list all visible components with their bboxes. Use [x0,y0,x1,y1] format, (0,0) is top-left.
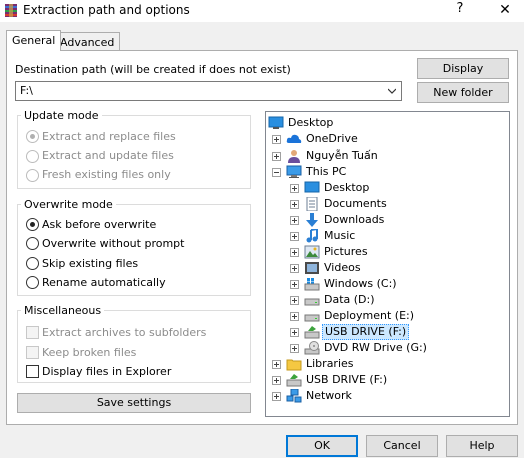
tree-label: Videos [324,261,361,274]
destination-path-combobox[interactable]: F:\ [15,81,402,101]
window-title: Extraction path and options [23,3,190,17]
expand-icon[interactable] [272,152,281,161]
destination-path-value: F:\ [20,84,33,97]
checkbox-keep-broken-files[interactable] [26,346,39,359]
tree-label: Libraries [306,357,354,370]
expand-icon[interactable] [290,296,299,305]
hard-drive-icon [304,298,320,306]
tree-label: Documents [324,197,387,210]
radio-extract-update[interactable] [26,150,39,163]
music-note-icon [306,229,318,243]
document-icon [306,197,318,211]
option-extract-replace: Extract and replace files [42,130,176,143]
expand-icon[interactable] [290,232,299,241]
tree-label: Downloads [324,213,385,226]
tree-label: Windows (C:) [324,277,397,290]
tree-label: This PC [306,165,347,178]
option-extract-update: Extract and update files [42,149,174,162]
option-skip-existing: Skip existing files [42,257,139,270]
radio-ask-before-overwrite[interactable] [26,218,39,231]
expand-icon[interactable] [290,328,299,337]
radio-rename-automatically[interactable] [26,276,39,289]
radio-overwrite-without-prompt[interactable] [26,237,39,250]
new-folder-button[interactable]: New folder [417,82,509,103]
checkbox-display-in-explorer[interactable] [26,365,39,378]
radio-extract-replace[interactable] [26,130,39,143]
windows-drive-icon [304,278,320,291]
overwrite-mode-title: Overwrite mode [21,198,116,211]
tree-label: Desktop [288,116,334,129]
usb-drive-icon [286,374,302,387]
expand-icon[interactable] [290,264,299,273]
tree-label: Music [324,229,356,242]
destination-path-label: Destination path (will be created if doe… [15,63,291,76]
video-icon [305,262,319,274]
cancel-button[interactable]: Cancel [366,435,438,457]
help-title-button[interactable]: ? [452,1,468,19]
option-display-in-explorer: Display files in Explorer [42,365,172,378]
tree-label: Nguyễn Tuấn [306,149,378,162]
expand-icon[interactable] [290,280,299,289]
update-mode-title: Update mode [21,109,102,122]
radio-fresh-existing[interactable] [26,169,39,182]
collapse-icon[interactable] [272,168,281,177]
save-settings-button[interactable]: Save settings [17,393,251,413]
computer-icon [286,165,302,178]
option-overwrite-without-prompt: Overwrite without prompt [42,237,185,250]
tab-advanced[interactable]: Advanced [54,32,121,51]
usb-drive-icon [304,326,320,339]
tree-label: Desktop [324,181,370,194]
option-fresh-existing: Fresh existing files only [42,168,171,181]
pictures-icon [304,245,320,259]
tree-label: Pictures [324,245,368,258]
option-rename-automatically: Rename automatically [42,276,166,289]
tree-label: OneDrive [306,132,358,145]
radio-skip-existing[interactable] [26,257,39,270]
tree-label: Network [306,389,352,402]
folder-tree[interactable]: Desktop OneDrive Nguyễn Tuấn This PC Des… [265,111,510,417]
expand-icon[interactable] [272,135,281,144]
expand-icon[interactable] [272,392,281,401]
tree-label: USB DRIVE (F:) [306,373,388,386]
cloud-icon [286,134,302,143]
expand-icon[interactable] [290,216,299,225]
user-icon [288,150,300,163]
tree-label: USB DRIVE (F:) [322,324,410,340]
expand-icon[interactable] [290,184,299,193]
chevron-down-icon[interactable] [388,88,396,94]
expand-icon[interactable] [272,360,281,369]
expand-icon[interactable] [272,376,281,385]
network-icon [286,389,302,403]
tree-label: Deployment (E:) [324,309,415,322]
ok-button[interactable]: OK [286,435,358,457]
desktop-icon [268,116,284,129]
winrar-app-icon [5,4,17,17]
download-arrow-icon [306,213,318,227]
tree-label: Data (D:) [324,293,375,306]
display-button[interactable]: Display [417,58,509,79]
hard-drive-icon [304,314,320,322]
expand-icon[interactable] [290,248,299,257]
checkbox-extract-to-subfolders[interactable] [26,326,39,339]
tab-general[interactable]: General [6,30,62,51]
miscellaneous-title: Miscellaneous [21,304,105,317]
expand-icon[interactable] [290,344,299,353]
expand-icon[interactable] [290,200,299,209]
close-icon[interactable]: ✕ [494,0,516,20]
option-extract-to-subfolders: Extract archives to subfolders [42,326,207,339]
libraries-folder-icon [286,359,302,371]
dvd-drive-icon [304,341,320,355]
option-keep-broken-files: Keep broken files [42,346,137,359]
help-button[interactable]: Help [446,435,518,457]
title-bar: Extraction path and options ? ✕ [0,0,524,22]
tree-label: DVD RW Drive (G:) [324,341,427,354]
option-ask-before-overwrite: Ask before overwrite [42,218,157,231]
desktop-icon [304,181,320,193]
expand-icon[interactable] [290,312,299,321]
